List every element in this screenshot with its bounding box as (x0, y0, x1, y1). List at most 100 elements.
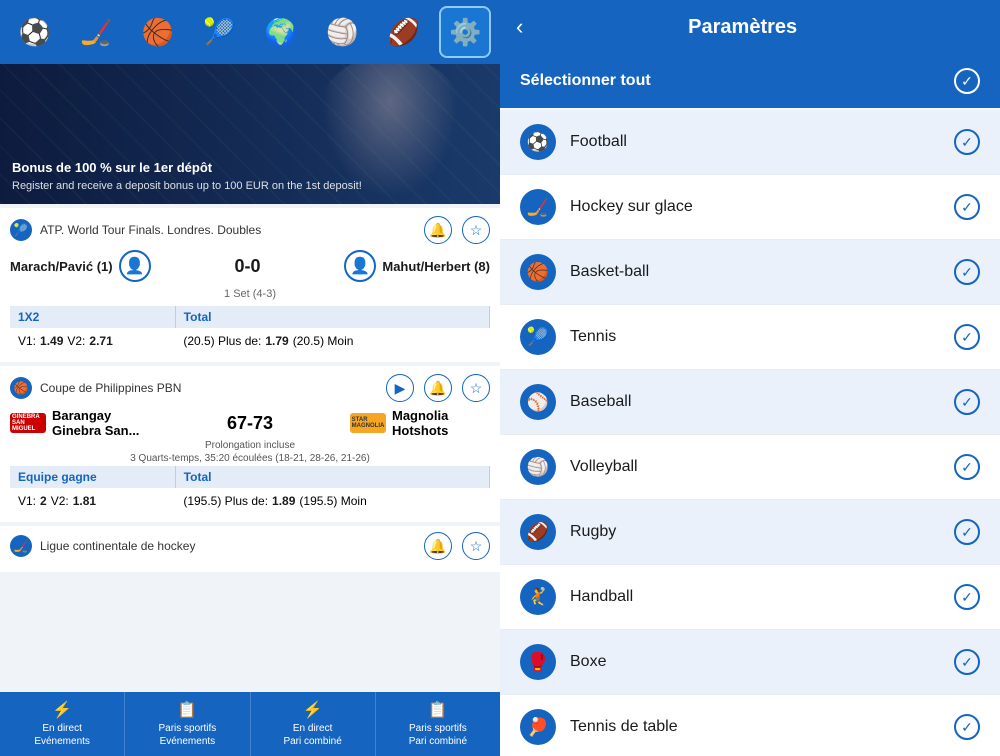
tennis-v2-label: V2: (67, 334, 85, 348)
tennis-team2: 👤 Mahut/Herbert (8) (344, 250, 490, 282)
tennis-score: 0-0 (234, 256, 260, 277)
bball-star-icon[interactable]: ☆ (462, 374, 490, 402)
tennis-odds-row: V1: 1.49 V2: 2.71 (20.5) Plus de: 1.79 (… (10, 328, 490, 354)
nav-en-direct-label: En directEvénements (4, 722, 120, 748)
sport-item-basketball[interactable]: 🏀 Basket-ball ✓ (500, 240, 1000, 305)
sport-volleyball-btn[interactable]: 🏐 (316, 6, 368, 58)
hockey-check[interactable]: ✓ (954, 194, 980, 220)
sport-item-tennis[interactable]: 🎾 Tennis ✓ (500, 305, 1000, 370)
bball-score: 67-73 (227, 413, 273, 434)
tennis-v2-val[interactable]: 2.71 (89, 334, 112, 348)
partial-star-icon[interactable]: ☆ (462, 532, 490, 560)
sport-settings-btn[interactable]: ⚙️ (439, 6, 491, 58)
tennis-star-icon[interactable]: ☆ (462, 216, 490, 244)
left-panel: ⚽ 🏒 🏀 🎾 🌍 🏐 🏈 ⚙️ Bonus de 100 % sur le 1… (0, 0, 500, 756)
sport-soccer-btn[interactable]: ⚽ (9, 6, 61, 58)
sport-icons-bar: ⚽ 🏒 🏀 🎾 🌍 🏐 🏈 ⚙️ (0, 0, 500, 64)
tennis-team2-name: Mahut/Herbert (8) (382, 259, 490, 274)
handball-label: Handball (570, 588, 954, 606)
boxe-icon: 🥊 (520, 644, 556, 680)
bball-odds-team: V1: 2 V2: 1.81 (10, 492, 175, 510)
nav-paris-sportifs-evenements[interactable]: 📋 Paris sportifsEvénements (125, 692, 250, 756)
bball-v2-label: V2: (51, 494, 69, 508)
back-button[interactable]: ‹ (516, 14, 523, 40)
promo-banner: Bonus de 100 % sur le 1er dépôt Register… (0, 64, 500, 204)
banner-text-block: Bonus de 100 % sur le 1er dépôt Register… (12, 160, 362, 194)
bball-match-header: 🏀 Coupe de Philippines PBN ▶ 🔔 ☆ (10, 374, 490, 402)
boxe-label: Boxe (570, 653, 954, 671)
hockey-icon: 🏒 (520, 189, 556, 225)
sport-item-baseball[interactable]: ⚾ Baseball ✓ (500, 370, 1000, 435)
boxe-check[interactable]: ✓ (954, 649, 980, 675)
sport-globe-btn[interactable]: 🌍 (255, 6, 307, 58)
tennis-team1-name: Marach/Pavić (1) (10, 259, 113, 274)
volleyball-check[interactable]: ✓ (954, 454, 980, 480)
sport-item-volleyball[interactable]: 🏐 Volleyball ✓ (500, 435, 1000, 500)
sport-hockey-btn[interactable]: 🏒 (70, 6, 122, 58)
nav-en-direct-combine[interactable]: ⚡ En directPari combiné (251, 692, 376, 756)
bball-bell-icon[interactable]: 🔔 (424, 374, 452, 402)
tennis-match-card: 🎾 ATP. World Tour Finals. Londres. Doubl… (0, 208, 500, 362)
tennis-v1-val[interactable]: 1.49 (40, 334, 63, 348)
sport-basketball-btn[interactable]: 🏀 (132, 6, 184, 58)
tennis-label: Tennis (570, 328, 954, 346)
bball-odds-total: (195.5) Plus de: 1.89 (195.5) Moin (175, 492, 490, 510)
bball-prolongation: Prolongation incluse (10, 440, 490, 451)
bball-team2-name: Magnolia Hotshots (392, 408, 490, 438)
nav-live-combine-icon: ⚡ (255, 700, 371, 720)
bball-v2-val[interactable]: 1.81 (73, 494, 96, 508)
bball-league-info: 🏀 Coupe de Philippines PBN (10, 377, 181, 399)
sport-item-boxe[interactable]: 🥊 Boxe ✓ (500, 630, 1000, 695)
bball-total-val1[interactable]: 1.89 (272, 494, 295, 508)
banner-subtitle: Register and receive a deposit bonus up … (12, 179, 362, 194)
basketball-check[interactable]: ✓ (954, 259, 980, 285)
partial-league-name: Ligue continentale de hockey (40, 539, 195, 553)
bball-play-icon[interactable]: ▶ (386, 374, 414, 402)
baseball-check[interactable]: ✓ (954, 389, 980, 415)
nav-paris-sportifs-combine[interactable]: 📋 Paris sportifsPari combiné (376, 692, 500, 756)
bball-odds-header-total: Total (176, 466, 490, 488)
handball-check[interactable]: ✓ (954, 584, 980, 610)
sport-item-football[interactable]: ⚽ Football ✓ (500, 110, 1000, 175)
bball-team1-logo: GINEBRA SAN MIGUEL (10, 413, 46, 433)
right-panel: ‹ Paramètres Sélectionner tout ✓ ⚽ Footb… (500, 0, 1000, 756)
select-all-label: Sélectionner tout (520, 72, 651, 90)
sport-rugby-btn[interactable]: 🏈 (378, 6, 430, 58)
tennis-check[interactable]: ✓ (954, 324, 980, 350)
rugby-icon: 🏈 (520, 514, 556, 550)
select-all-check[interactable]: ✓ (954, 68, 980, 94)
tennis-table-icon: 🏓 (520, 709, 556, 745)
right-panel-header: ‹ Paramètres (500, 0, 1000, 54)
partial-match-actions: 🔔 ☆ (424, 532, 490, 560)
tennis-odds-total: (20.5) Plus de: 1.79 (20.5) Moin (175, 332, 490, 350)
tennis-odds-header-total: Total (176, 306, 490, 328)
sport-item-handball[interactable]: 🤾 Handball ✓ (500, 565, 1000, 630)
nav-sports-icon: 📋 (129, 700, 245, 720)
nav-en-direct-evenements[interactable]: ⚡ En directEvénements (0, 692, 125, 756)
tennis-icon: 🎾 (520, 319, 556, 355)
basketball-match-card: 🏀 Coupe de Philippines PBN ▶ 🔔 ☆ GINEBRA… (0, 366, 500, 522)
tennis-bell-icon[interactable]: 🔔 (424, 216, 452, 244)
rugby-check[interactable]: ✓ (954, 519, 980, 545)
bball-odds-row: V1: 2 V2: 1.81 (195.5) Plus de: 1.89 (19… (10, 488, 490, 514)
sport-tennis-btn[interactable]: 🎾 (193, 6, 245, 58)
sport-item-rugby[interactable]: 🏈 Rugby ✓ (500, 500, 1000, 565)
tennis-total-val1[interactable]: 1.79 (265, 334, 288, 348)
partial-bell-icon[interactable]: 🔔 (424, 532, 452, 560)
nav-paris-sportifs-label: Paris sportifsEvénements (129, 722, 245, 748)
bball-v1-val[interactable]: 2 (40, 494, 47, 508)
sport-item-tennis-table[interactable]: 🏓 Tennis de table ✓ (500, 695, 1000, 756)
bball-v1-label: V1: (18, 494, 36, 508)
football-check[interactable]: ✓ (954, 129, 980, 155)
football-icon: ⚽ (520, 124, 556, 160)
tennis-table-label: Tennis de table (570, 718, 954, 736)
bball-team1: GINEBRA SAN MIGUEL Barangay Ginebra San.… (10, 408, 150, 438)
tennis-table-check[interactable]: ✓ (954, 714, 980, 740)
bball-teams: GINEBRA SAN MIGUEL Barangay Ginebra San.… (10, 408, 490, 438)
volleyball-label: Volleyball (570, 458, 954, 476)
sport-item-hockey[interactable]: 🏒 Hockey sur glace ✓ (500, 175, 1000, 240)
bball-odds-header: Equipe gagne Total (10, 466, 490, 488)
select-all-row[interactable]: Sélectionner tout ✓ (500, 54, 1000, 108)
settings-title: Paramètres (533, 16, 952, 39)
nav-live-icon: ⚡ (4, 700, 120, 720)
